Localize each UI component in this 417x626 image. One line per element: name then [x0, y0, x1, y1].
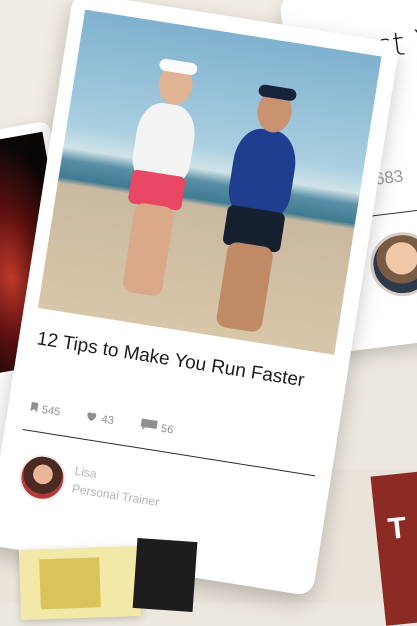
bookmark-icon	[29, 401, 39, 416]
runner-figure	[215, 240, 275, 334]
magazine-cover	[39, 557, 101, 610]
runner-figure	[121, 201, 176, 298]
saves-count: 545	[41, 403, 62, 419]
comment-icon	[138, 417, 158, 435]
right-card-avatar[interactable]	[366, 228, 417, 300]
comments-count: 56	[160, 422, 175, 437]
author-name[interactable]: Lisa	[74, 464, 98, 481]
article-photo	[37, 9, 382, 355]
magazine-card[interactable]	[18, 545, 142, 621]
comments-stat[interactable]: 56	[138, 417, 174, 437]
article-stats: 545 43 56	[29, 400, 174, 437]
red-card-title-letter: T	[386, 511, 409, 547]
author-role: Personal Trainer	[70, 481, 161, 510]
author-avatar[interactable]	[16, 451, 69, 505]
saves-stat[interactable]: 545	[29, 401, 61, 420]
dark-card[interactable]	[132, 537, 198, 613]
likes-count: 43	[100, 412, 115, 427]
likes-stat[interactable]: 43	[85, 409, 115, 427]
heart-icon	[85, 409, 99, 425]
